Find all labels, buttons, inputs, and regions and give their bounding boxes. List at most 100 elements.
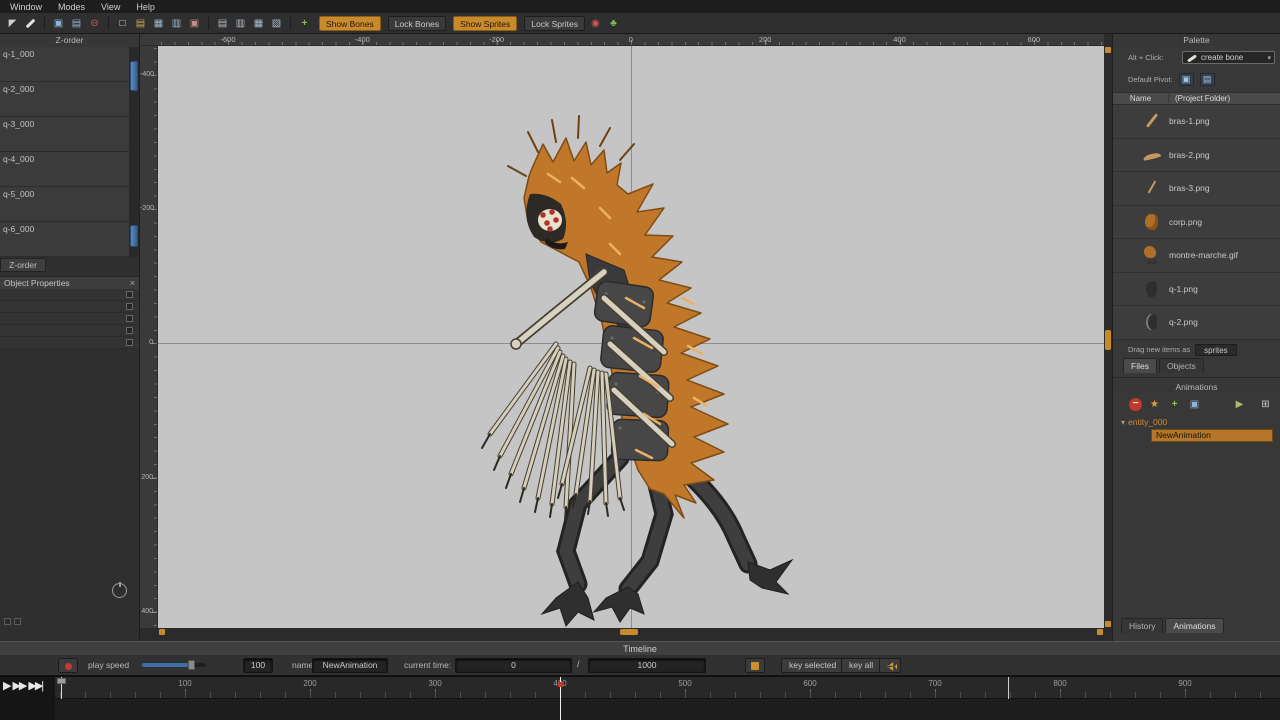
menu-item-view[interactable]: View (101, 2, 120, 12)
save-icon[interactable]: ▦ (151, 16, 166, 31)
vertical-scroll-thumb[interactable] (1105, 330, 1111, 350)
scrollbar-thumb[interactable] (130, 225, 138, 247)
file-row[interactable]: corp.png (1113, 206, 1280, 240)
play-button[interactable]: ▶ (3, 680, 9, 693)
center-view-icon[interactable]: + (297, 16, 312, 31)
canvas[interactable] (158, 46, 1104, 628)
default-pivot-label: Default Pivot: (1128, 75, 1173, 84)
tab-history[interactable]: History (1121, 618, 1163, 633)
close-icon[interactable]: × (130, 278, 135, 288)
file-row[interactable]: bras-3.png (1113, 172, 1280, 206)
timeline-tracks[interactable] (55, 699, 1280, 720)
create-bone-dropdown[interactable]: create bone ▾ (1182, 51, 1275, 64)
timeline-ruler-tick (310, 689, 311, 698)
sound-button[interactable] (879, 658, 901, 673)
file-row[interactable]: bras-2.png (1113, 139, 1280, 173)
play-speed-slider[interactable] (142, 663, 206, 667)
zorder-item[interactable]: q-4_000 (0, 152, 129, 187)
timeline-ruler[interactable]: 100200300400500600700800900 (55, 677, 1280, 699)
menu-item-help[interactable]: Help (136, 2, 155, 12)
current-time-input[interactable]: 0 (455, 658, 572, 673)
view-split-icon[interactable]: ▥ (233, 16, 248, 31)
zorder-item[interactable]: q-5_000 (0, 187, 129, 222)
zorder-item[interactable]: q-6_000 (0, 222, 129, 257)
file-row[interactable]: montre-marche.gif (1113, 239, 1280, 273)
menu-item-window[interactable]: Window (10, 2, 42, 12)
scroll-up-arrow[interactable] (1105, 47, 1111, 53)
tree-expand-icon[interactable]: ▾ (1121, 418, 1125, 427)
key-all-button[interactable]: key all (841, 658, 881, 673)
duplicate-animation-icon[interactable]: ▣ (1187, 397, 1202, 412)
entity-tree-item[interactable]: ▾ entity_000 (1121, 416, 1167, 428)
scroll-left-arrow[interactable] (159, 629, 165, 635)
playhead-keyframe-icon[interactable] (558, 682, 563, 687)
play-speed-value[interactable]: 100 (243, 658, 273, 673)
rotation-widget-icon[interactable] (112, 583, 127, 598)
record-button[interactable] (58, 658, 78, 673)
fast-forward-button[interactable]: ▶▶ (12, 680, 25, 693)
snap-toggle-icon[interactable] (14, 618, 21, 625)
tab-files[interactable]: Files (1123, 358, 1157, 373)
new-entity-icon[interactable]: + (1167, 397, 1182, 412)
grid-toggle-icon[interactable] (4, 618, 11, 625)
slider-handle[interactable] (188, 660, 195, 670)
lock-sprites-button[interactable]: Lock Sprites (524, 16, 585, 31)
property-checkbox[interactable] (126, 339, 133, 346)
show-sprites-button[interactable]: Show Sprites (453, 16, 517, 31)
view-grid-icon[interactable]: ▦ (251, 16, 266, 31)
delete-animation-icon[interactable]: − (1129, 398, 1142, 411)
property-checkbox[interactable] (126, 327, 133, 334)
horizontal-scroll-thumb[interactable] (620, 629, 638, 635)
new-animation-icon[interactable]: ★ (1147, 397, 1162, 412)
animation-item-selected[interactable]: NewAnimation (1151, 429, 1273, 442)
tab-objects[interactable]: Objects (1159, 358, 1204, 373)
keyframe-options-button[interactable] (745, 658, 765, 673)
file-row[interactable]: q-2.png (1113, 306, 1280, 340)
open-folder-icon[interactable]: ▤ (133, 16, 148, 31)
zorder-scrollbar[interactable] (129, 47, 139, 257)
column-name[interactable]: Name (1113, 94, 1168, 103)
cursor-tool-icon[interactable]: ◤ (5, 16, 20, 31)
import-icon[interactable]: ▥ (169, 16, 184, 31)
vertical-scrollbar[interactable] (1104, 46, 1112, 628)
time-zero-handle[interactable] (57, 678, 66, 684)
delete-icon[interactable]: ⊖ (87, 16, 102, 31)
plant-icon[interactable]: ♣ (606, 16, 621, 31)
animation-length-input[interactable]: 1000 (588, 658, 706, 673)
tab-animations[interactable]: Animations (1165, 618, 1223, 633)
property-checkbox[interactable] (126, 315, 133, 322)
property-checkbox[interactable] (126, 291, 133, 298)
horizontal-scrollbar[interactable] (158, 628, 1104, 636)
bone-tool-icon[interactable] (23, 16, 38, 31)
column-folder[interactable]: (Project Folder) (1168, 94, 1280, 103)
scroll-right-arrow[interactable] (1097, 629, 1103, 635)
preview-animation-icon[interactable]: ▶ (1232, 397, 1247, 412)
export-icon[interactable]: ▣ (187, 16, 202, 31)
show-bones-button[interactable]: Show Bones (319, 16, 381, 31)
file-row[interactable]: bras-1.png (1113, 105, 1280, 139)
view-single-icon[interactable]: ▤ (215, 16, 230, 31)
pivot-mode-2-icon[interactable]: ▤ (1200, 73, 1215, 86)
snapshot-icon[interactable]: ◉ (588, 16, 603, 31)
palette-tabs: FilesObjects (1123, 358, 1204, 373)
copy-icon[interactable]: ▣ (51, 16, 66, 31)
scrollbar-thumb[interactable] (130, 61, 138, 91)
lock-bones-button[interactable]: Lock Bones (388, 16, 446, 31)
menu-item-modes[interactable]: Modes (58, 2, 85, 12)
view-wide-icon[interactable]: ▧ (269, 16, 284, 31)
zorder-item[interactable]: q-1_000 (0, 47, 129, 82)
drag-as-dropdown[interactable]: sprites (1195, 344, 1237, 356)
go-to-end-button[interactable]: ▶▶| (28, 680, 42, 693)
key-selected-button[interactable]: key selected (781, 658, 844, 673)
scroll-down-arrow[interactable] (1105, 621, 1111, 627)
paste-icon[interactable]: ▤ (69, 16, 84, 31)
animation-name-input[interactable]: NewAnimation (312, 658, 388, 673)
file-row[interactable]: q-1.png (1113, 273, 1280, 307)
pivot-mode-1-icon[interactable]: ▣ (1179, 73, 1194, 86)
tab-zorder[interactable]: Z-order (0, 258, 46, 272)
new-file-icon[interactable]: □ (115, 16, 130, 31)
zorder-item[interactable]: q-2_000 (0, 82, 129, 117)
property-checkbox[interactable] (126, 303, 133, 310)
zorder-item[interactable]: q-3_000 (0, 117, 129, 152)
resize-icon[interactable]: ⊞ (1258, 397, 1273, 412)
